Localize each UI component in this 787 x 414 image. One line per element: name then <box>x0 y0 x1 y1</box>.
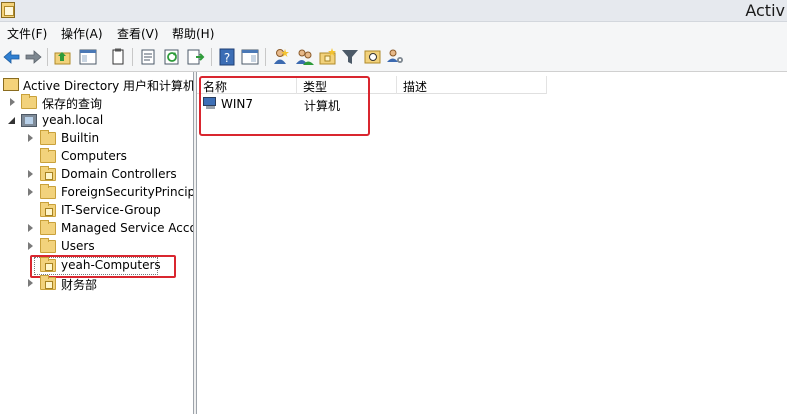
tree-node-builtin[interactable]: Builtin <box>0 130 193 148</box>
menu-view[interactable]: 查看(V) <box>117 25 159 42</box>
forward-icon[interactable] <box>23 47 43 67</box>
ou-folder-icon <box>40 275 56 290</box>
folder-icon <box>40 130 56 145</box>
toolbar-separator <box>265 48 266 66</box>
folder-icon <box>40 220 56 235</box>
toolbar-separator <box>47 48 48 66</box>
tree-node-label: 保存的查询 <box>42 97 103 111</box>
add-to-group-icon[interactable] <box>386 47 406 67</box>
expand-icon[interactable] <box>28 279 33 287</box>
details-pane[interactable]: 名称 类型 描述 WIN7 计算机 <box>197 72 787 414</box>
toolbar-separator <box>211 48 212 66</box>
expand-icon[interactable] <box>28 188 33 196</box>
back-icon[interactable] <box>2 47 22 67</box>
ou-folder-icon <box>40 202 56 217</box>
action-pane-icon[interactable] <box>240 47 260 67</box>
new-ou-icon[interactable] <box>318 47 338 67</box>
toolbar: ? <box>0 42 787 72</box>
expand-icon[interactable] <box>10 98 15 106</box>
tree-node-domain[interactable]: yeah.local <box>0 112 193 130</box>
tree-node-yeah-computers[interactable]: yeah-Computers <box>0 257 193 275</box>
toolbar-separator <box>132 48 133 66</box>
tree-node-label: Computers <box>61 149 127 163</box>
menu-help[interactable]: 帮助(H) <box>172 25 214 42</box>
export-list-icon[interactable] <box>186 47 206 67</box>
tree-node-foreign-security-principals[interactable]: ForeignSecurityPrincipals <box>0 184 193 202</box>
svg-text:?: ? <box>224 51 230 65</box>
tree-node-finance[interactable]: 财务部 <box>0 275 193 293</box>
tree-node-label: yeah-Computers <box>61 258 161 272</box>
ad-console-icon <box>3 78 19 91</box>
app-icon[interactable] <box>1 2 15 18</box>
properties-icon[interactable] <box>138 47 158 67</box>
window-title: Activ <box>745 1 785 20</box>
tree-node-label: Users <box>61 239 95 253</box>
console-tree[interactable]: Active Directory 用户和计算机 保存的查询 yeah.local… <box>0 72 194 414</box>
menu-file[interactable]: 文件(F) <box>7 25 47 42</box>
folder-icon <box>40 148 56 163</box>
collapse-icon[interactable] <box>8 117 15 124</box>
folder-icon <box>21 94 37 109</box>
tree-node-saved-queries[interactable]: 保存的查询 <box>0 94 193 112</box>
tree-node-label: yeah.local <box>42 113 104 127</box>
tree-node-label: Active Directory 用户和计算机 <box>23 79 194 93</box>
copy-icon[interactable] <box>108 47 128 67</box>
ou-folder-icon <box>40 166 56 181</box>
expand-icon[interactable] <box>28 134 33 142</box>
new-group-icon[interactable] <box>295 47 315 67</box>
tree-node-label: Managed Service Accounts <box>61 221 194 235</box>
tree-node-label: Builtin <box>61 131 100 145</box>
folder-icon <box>40 184 56 199</box>
domain-icon <box>21 114 37 127</box>
tree-node-label: ForeignSecurityPrincipals <box>61 185 193 199</box>
tree-node-label: 财务部 <box>61 278 98 292</box>
tree-node-label: Domain Controllers <box>61 167 177 181</box>
filter-icon[interactable] <box>340 47 360 67</box>
refresh-icon[interactable] <box>162 47 182 67</box>
expand-icon[interactable] <box>28 170 33 178</box>
find-icon[interactable] <box>363 47 383 67</box>
tree-node-domain-controllers[interactable]: Domain Controllers <box>0 166 193 184</box>
tree-node-managed-service-accounts[interactable]: Managed Service Accounts <box>0 220 194 238</box>
tree-node-label: IT-Service-Group <box>61 203 161 217</box>
ou-folder-icon <box>40 257 56 272</box>
new-user-icon[interactable] <box>271 47 291 67</box>
highlight-box <box>199 76 370 136</box>
column-header-description[interactable]: 描述 <box>397 76 547 94</box>
menu-bar: 文件(F) 操作(A) 查看(V) 帮助(H) <box>0 22 787 42</box>
help-icon[interactable]: ? <box>217 47 237 67</box>
console-tree-icon[interactable] <box>78 47 98 67</box>
tree-node-computers[interactable]: Computers <box>0 148 193 166</box>
folder-icon <box>40 238 56 253</box>
expand-icon[interactable] <box>28 224 33 232</box>
up-folder-icon[interactable] <box>53 47 73 67</box>
expand-icon[interactable] <box>28 242 33 250</box>
tree-node-it-service-group[interactable]: IT-Service-Group <box>0 202 193 220</box>
menu-action[interactable]: 操作(A) <box>61 25 103 42</box>
tree-node-root[interactable]: Active Directory 用户和计算机 <box>0 76 194 94</box>
tree-node-users[interactable]: Users <box>0 238 193 256</box>
title-bar: Activ <box>0 0 787 22</box>
